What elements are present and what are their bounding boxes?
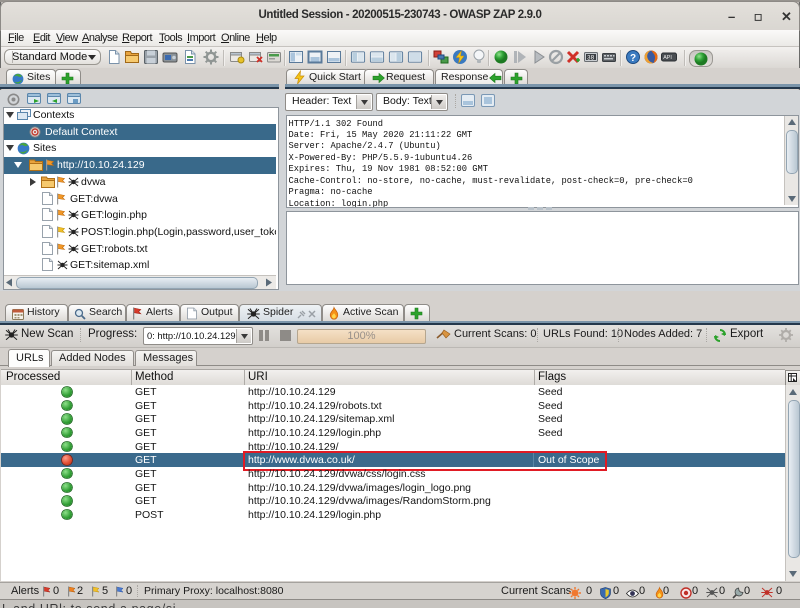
svg-text:API: API bbox=[663, 55, 672, 61]
svg-text:?: ? bbox=[630, 53, 636, 64]
svg-text:38: 38 bbox=[587, 55, 595, 62]
